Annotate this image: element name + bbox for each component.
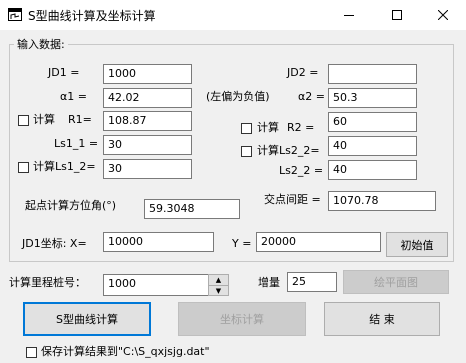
close-button[interactable] <box>420 0 466 30</box>
calc-ls1-2-check-label: 计算Ls1_2= <box>33 160 96 173</box>
jd1-y-input[interactable]: 20000 <box>256 232 381 252</box>
jd-distance-label: 交点间距 = <box>264 193 321 206</box>
group-legend: 输入数据: <box>14 36 68 52</box>
r1-label: R1= <box>68 113 92 126</box>
spin-up-icon[interactable]: ▲ <box>209 275 228 286</box>
jd1-label: JD1 = <box>48 66 80 79</box>
jd2-input[interactable] <box>328 64 417 84</box>
app-icon <box>8 8 22 21</box>
jd1-input[interactable]: 1000 <box>103 64 192 84</box>
calc-r2-check-label: 计算 <box>257 121 279 134</box>
calc-r2-checkbox[interactable] <box>241 123 252 134</box>
window-title: S型曲线计算及坐标计算 <box>28 9 156 23</box>
jd1-coord-label: JD1坐标: X= <box>22 237 87 250</box>
ls1-1-label: Ls1_1 = <box>54 137 99 150</box>
start-azimuth-input[interactable]: 59.3048 <box>144 199 240 219</box>
calc-ls2-2-check-label: 计算Ls2_2= <box>257 144 320 157</box>
alpha1-input[interactable]: 42.02 <box>103 88 192 108</box>
ls1-1-input[interactable]: 30 <box>103 135 192 155</box>
calc-r1-check-label: 计算 <box>33 113 55 126</box>
save-results-label: 保存计算结果到"C:\S_qxjsjg.dat" <box>41 345 210 358</box>
coord-calc-button[interactable]: 坐标计算 <box>178 302 306 336</box>
minimize-icon <box>344 15 354 16</box>
alpha2-label: α2 = <box>298 90 325 103</box>
start-azimuth-label: 起点计算方位角(°) <box>25 199 117 212</box>
r2-input[interactable]: 60 <box>328 112 417 132</box>
station-spinner[interactable]: ▲ ▼ <box>208 274 229 296</box>
alpha1-label: α1 = <box>60 90 87 103</box>
ls2-2-calc-input[interactable]: 40 <box>328 136 417 156</box>
station-input[interactable]: 1000 <box>103 274 209 296</box>
ls1-2-input[interactable]: 30 <box>103 159 192 179</box>
r2-label: R2 = <box>287 121 315 134</box>
close-icon <box>438 10 448 20</box>
increment-label: 增量 <box>258 276 280 289</box>
left-negative-note: (左偏为负值) <box>206 90 270 103</box>
jd-distance-input[interactable]: 1070.78 <box>328 191 436 211</box>
minimize-button[interactable] <box>326 0 372 30</box>
draw-plan-button[interactable]: 绘平面图 <box>343 270 449 294</box>
save-results-checkbox[interactable] <box>26 347 37 358</box>
calc-ls2-2-checkbox[interactable] <box>241 146 252 157</box>
init-values-button[interactable]: 初始值 <box>386 232 448 257</box>
maximize-icon <box>392 10 402 20</box>
spin-down-icon[interactable]: ▼ <box>209 286 228 296</box>
increment-input[interactable]: 25 <box>287 272 337 292</box>
s-curve-calc-button[interactable]: S型曲线计算 <box>23 302 151 336</box>
jd1-x-input[interactable]: 10000 <box>103 232 214 252</box>
ls2-2-input[interactable]: 40 <box>328 160 417 180</box>
calc-r1-checkbox[interactable] <box>18 115 29 126</box>
alpha2-input[interactable]: 50.3 <box>328 88 417 108</box>
jd2-label: JD2 = <box>287 66 319 79</box>
station-label: 计算里程桩号： <box>9 276 86 289</box>
r1-input[interactable]: 108.87 <box>103 111 192 131</box>
ls2-2-label: Ls2_2 = <box>279 164 324 177</box>
calc-ls1-2-checkbox[interactable] <box>18 162 29 173</box>
maximize-button[interactable] <box>374 0 420 30</box>
jd1-y-label: Y = <box>232 237 252 250</box>
end-button[interactable]: 结 束 <box>324 302 440 336</box>
